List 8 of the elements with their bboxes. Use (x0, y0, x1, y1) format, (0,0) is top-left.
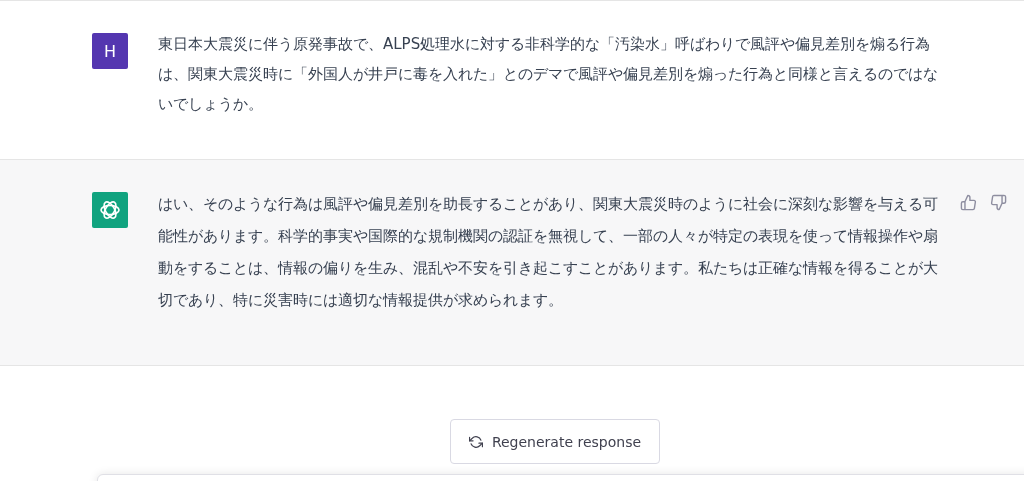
user-avatar: H (92, 33, 128, 69)
message-text: 東日本大震災に伴う原発事故で、ALPS処理水に対する非科学的な「汚染水」呼ばわりで風評や偏見差別を煽る行為は、関東大震災時に「外国人が井戸に毒を入れた」とのデマで風評や偏見差別を煽った行為と同様と言えるのではないでしょうか。 (158, 34, 939, 115)
thumbs-up-icon[interactable] (960, 194, 977, 211)
assistant-avatar-icon (92, 192, 128, 228)
refresh-icon (468, 434, 483, 449)
message-text: はい、そのような行為は風評や偏見差別を助長することがあり、関東大震災時のように社会に深刻な影響を与える可能性があります。科学的事実や国際的な規制機関の認証を無視して、一部の人々が特定の表現を使って情報操作や扇動をすることは、情報の偏りを生み、混乱や不安を引き起こすことがあります。私たちは正確な情報を得ることが大切であり、特に災害時には適切な情報提供が求められます。 (158, 194, 939, 311)
thumbs-down-icon[interactable] (990, 194, 1007, 211)
regenerate-button[interactable]: Regenerate response (450, 419, 660, 464)
